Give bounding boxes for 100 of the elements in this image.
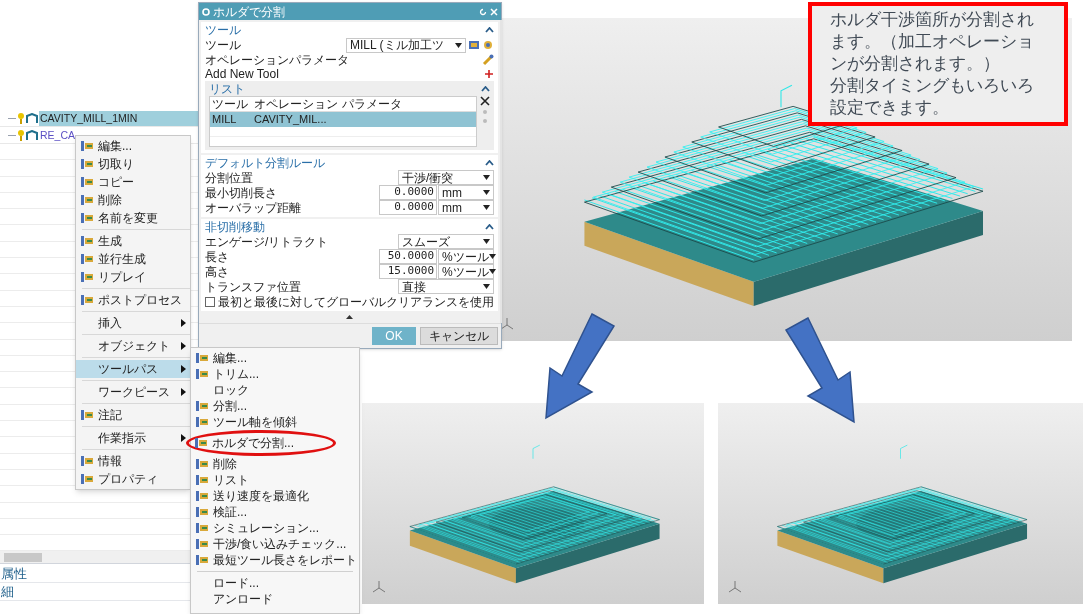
menu-item[interactable]: 情報 — [76, 452, 190, 470]
tool-icon — [81, 158, 94, 170]
tool-icon — [196, 554, 209, 566]
caret-icon — [488, 254, 496, 259]
tool-icon — [196, 400, 209, 412]
dropdown[interactable]: 直接 — [398, 279, 494, 294]
tree-item[interactable]: CAVITY_MILL_1MIN — [39, 110, 200, 126]
tree-item[interactable]: RE_CA — [39, 127, 76, 143]
collapse-icon[interactable] — [485, 159, 494, 166]
menu-item[interactable]: プロパティ — [76, 470, 190, 488]
menu-item[interactable]: 注記 — [76, 406, 190, 424]
table-cell-text: MILL — [211, 112, 238, 127]
menu-item[interactable]: 名前を変更 — [76, 209, 190, 227]
menu-item[interactable]: ツール軸を傾斜 — [191, 414, 359, 430]
field-label: エンゲージ/リトラクト — [205, 235, 329, 248]
panel-heading[interactable]: 細 — [0, 583, 14, 601]
callout-text: ホルダ干渉箇所が分割されます。（加工オペレーションが分割されます。） 分割タイミングもいろいろ設定できます。 — [830, 9, 1035, 119]
section-title: リスト — [209, 82, 245, 95]
field-label: トランスファ位置 — [205, 280, 301, 293]
menu-item[interactable]: リプレイ — [76, 268, 190, 286]
number-field[interactable]: 0.0000 — [379, 200, 437, 215]
menu-item[interactable]: ロード... — [191, 575, 359, 591]
collapse-icon[interactable] — [485, 223, 494, 230]
menu-item[interactable]: 編集... — [76, 137, 190, 155]
delete-icon[interactable] — [480, 96, 490, 106]
column-header: ツール — [211, 97, 249, 112]
menu-item[interactable]: 削除 — [191, 456, 359, 472]
menu-item[interactable]: 挿入 — [76, 314, 190, 332]
expand-icon[interactable] — [346, 315, 353, 319]
section-title: ツール — [205, 23, 241, 36]
tool-icon[interactable] — [482, 39, 494, 51]
tool-icon — [196, 352, 209, 364]
tool-icon — [81, 473, 94, 485]
section-title: デフォルト分割ルール — [205, 156, 325, 169]
menu-item[interactable]: 干渉/食い込みチェック... — [191, 536, 359, 552]
dropdown[interactable]: mm — [438, 200, 494, 215]
column-header: オペレーション — [253, 97, 339, 112]
tool-icon — [81, 176, 94, 188]
number-field[interactable]: 0.0000 — [379, 185, 437, 200]
tool-icon — [81, 271, 94, 283]
menu-item[interactable]: 編集... — [191, 350, 359, 366]
caret-icon — [483, 205, 490, 210]
number-field[interactable]: 15.0000 — [379, 264, 437, 279]
dropdown[interactable]: mm — [438, 185, 494, 200]
menu-item[interactable]: 検証... — [191, 504, 359, 520]
panel-heading[interactable]: 属性 — [0, 565, 27, 583]
menu-item[interactable]: 最短ツール長さをレポート — [191, 552, 359, 568]
operation-icon — [26, 112, 38, 124]
scrollbar-thumb[interactable] — [4, 552, 42, 562]
menu-item[interactable]: ロック — [191, 382, 359, 398]
tool-icon — [81, 294, 94, 306]
menu-item[interactable]: コピー — [76, 173, 190, 191]
menu-item[interactable]: 送り速度を最適化 — [191, 488, 359, 504]
collapse-icon[interactable] — [485, 26, 494, 33]
menu-item[interactable]: 生成 — [76, 232, 190, 250]
dropdown[interactable]: MILL (ミル加工ツ — [346, 37, 466, 53]
submenu-arrow-icon — [181, 388, 186, 396]
menu-item[interactable]: ワークピース — [76, 383, 190, 401]
dropdown[interactable]: %ツール — [438, 249, 494, 264]
caret-icon — [483, 284, 490, 289]
menu-item[interactable]: アンロード — [191, 591, 359, 607]
tool-icon — [81, 212, 94, 224]
menu-item[interactable]: 並行生成 — [76, 250, 190, 268]
menu-item[interactable]: シミュレーション... — [191, 520, 359, 536]
tool-icon[interactable] — [468, 39, 480, 51]
field-label: Add New Tool — [205, 68, 279, 80]
menu-item[interactable]: オブジェクト — [76, 337, 190, 355]
number-field[interactable]: 50.0000 — [379, 249, 437, 264]
reset-icon[interactable] — [479, 7, 487, 16]
tool-icon — [196, 474, 209, 486]
checkbox[interactable] — [205, 296, 215, 307]
dropdown[interactable]: %ツール — [438, 264, 494, 279]
menu-item[interactable]: 分割... — [191, 398, 359, 414]
caret-icon — [483, 190, 490, 195]
wrench-icon[interactable] — [482, 54, 494, 66]
close-icon[interactable] — [490, 7, 498, 16]
menu-item[interactable]: リスト — [191, 472, 359, 488]
menu-item[interactable]: 削除 — [76, 191, 190, 209]
add-icon[interactable] — [484, 69, 494, 79]
field-label: 高さ — [205, 265, 229, 278]
menu-item[interactable]: ホルダで分割... — [190, 435, 294, 451]
dropdown[interactable]: スムーズ — [398, 234, 494, 249]
caret-icon — [488, 269, 496, 274]
tool-icon — [81, 235, 94, 247]
menu-item[interactable]: ツールパス — [76, 360, 190, 378]
table-row[interactable]: MILL CAVITY_MIL... — [210, 112, 476, 127]
menu-item[interactable]: トリム... — [191, 366, 359, 382]
dropdown[interactable]: 干渉/衝突 — [398, 170, 494, 185]
dialog-button[interactable]: キャンセル — [420, 327, 498, 345]
tool-icon — [196, 538, 209, 550]
field-label: 最小切削長さ — [205, 186, 277, 199]
tool-icon — [196, 368, 209, 380]
collapse-icon[interactable] — [481, 85, 490, 92]
menu-item[interactable]: 作業指示 — [76, 429, 190, 447]
axis-triad-icon — [500, 317, 514, 331]
submenu-arrow-icon — [181, 319, 186, 327]
menu-item[interactable]: ポストプロセス — [76, 291, 190, 309]
tool-icon — [81, 253, 94, 265]
field-label: オペレーションパラメータ — [205, 54, 349, 66]
menu-item[interactable]: 切取り — [76, 155, 190, 173]
